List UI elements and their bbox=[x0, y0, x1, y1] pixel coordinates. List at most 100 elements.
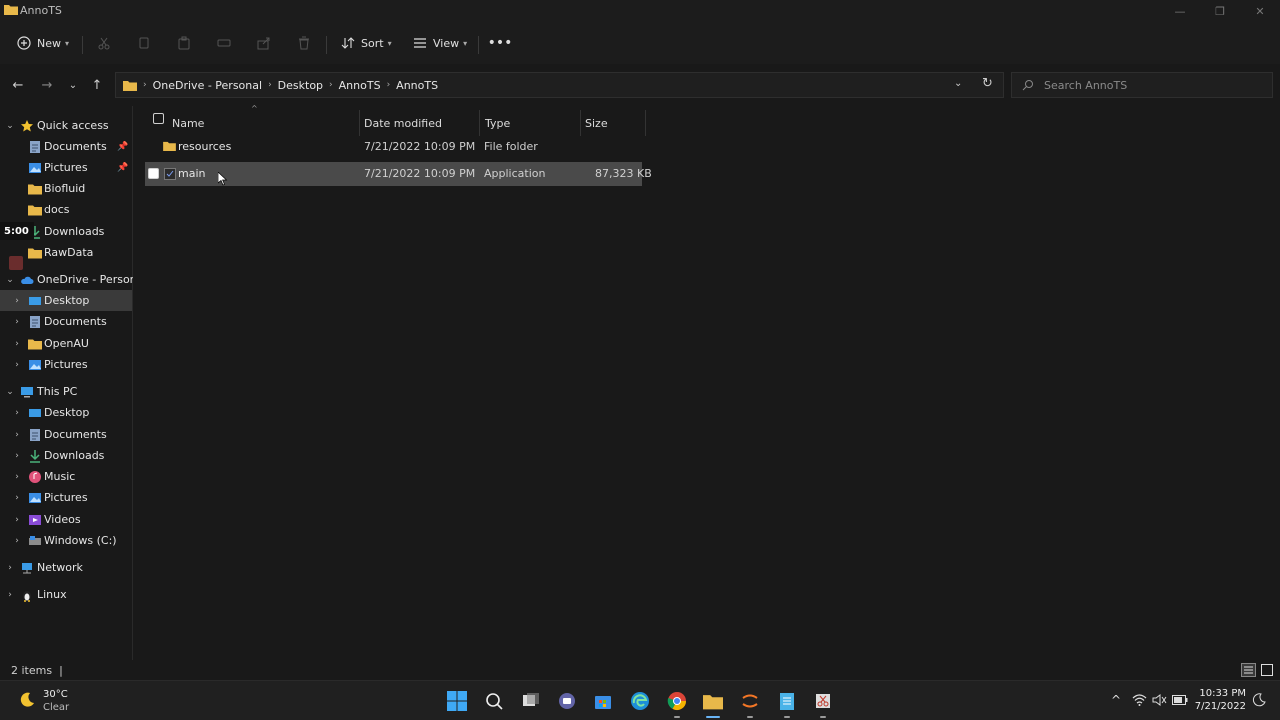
edge-browser-icon bbox=[631, 692, 649, 710]
jupyter-button[interactable] bbox=[738, 689, 762, 713]
refresh-icon: ↻ bbox=[982, 76, 993, 91]
column-header-type[interactable]: Type bbox=[485, 110, 510, 136]
notepad-button[interactable] bbox=[775, 689, 799, 713]
store-button[interactable] bbox=[591, 689, 615, 713]
record-stop-icon[interactable] bbox=[9, 256, 23, 270]
chevron-down-icon: ▾ bbox=[387, 38, 392, 48]
tree-item-pc-downloads[interactable]: › Downloads bbox=[0, 445, 132, 466]
copy-button[interactable] bbox=[136, 32, 157, 54]
tree-item-qa-biofluid[interactable]: Biofluid bbox=[0, 178, 132, 199]
tree-item-linux[interactable]: › Linux bbox=[0, 584, 132, 605]
battery-icon[interactable] bbox=[1172, 695, 1188, 705]
close-button[interactable]: ✕ bbox=[1240, 2, 1280, 20]
weather-temp: 30°C bbox=[43, 689, 68, 700]
breadcrumb-item[interactable]: AnnoTS › bbox=[339, 79, 397, 92]
breadcrumb-item[interactable]: Desktop › bbox=[278, 79, 339, 92]
share-button[interactable] bbox=[256, 32, 277, 54]
tree-item-quick-access[interactable]: ⌄ Quick access bbox=[0, 115, 132, 136]
tree-item-qa-docs[interactable]: docs bbox=[0, 199, 132, 220]
minimize-button[interactable]: — bbox=[1160, 2, 1200, 20]
row-checkbox[interactable] bbox=[148, 168, 159, 179]
tree-item-od-desktop[interactable]: › Desktop bbox=[0, 290, 132, 311]
clock-time: 10:33 PM bbox=[1199, 688, 1246, 699]
address-bar[interactable]: › OneDrive - Personal › Desktop › AnnoTS › … bbox=[115, 72, 1004, 98]
tree-item-pc-music[interactable]: › Music bbox=[0, 466, 132, 487]
tree-item-pc-videos[interactable]: › Videos bbox=[0, 509, 132, 530]
system-clock[interactable]: 10:33 PM 7/21/2022 bbox=[1190, 687, 1246, 713]
column-divider[interactable] bbox=[479, 110, 480, 136]
back-button[interactable]: ← bbox=[7, 76, 29, 94]
recording-timer: 5:00 bbox=[0, 222, 34, 240]
divider bbox=[478, 36, 479, 54]
tree-item-this-pc[interactable]: ⌄ This PC bbox=[0, 381, 132, 402]
chrome-button[interactable] bbox=[665, 689, 689, 713]
tree-item-od-openau[interactable]: › OpenAU bbox=[0, 333, 132, 354]
wifi-icon[interactable] bbox=[1132, 694, 1147, 706]
forward-button[interactable]: → bbox=[36, 76, 58, 94]
breadcrumb-item[interactable]: OneDrive - Personal › bbox=[153, 79, 278, 92]
rename-button[interactable] bbox=[216, 32, 237, 54]
paste-button[interactable] bbox=[176, 32, 197, 54]
column-header-date[interactable]: Date modified bbox=[364, 110, 442, 136]
tiles-view-button[interactable] bbox=[1260, 663, 1274, 677]
chevron-right-icon: › bbox=[15, 535, 19, 546]
new-button[interactable]: New ▾ bbox=[16, 32, 69, 54]
file-name[interactable]: main bbox=[178, 167, 205, 180]
recent-locations-button[interactable]: ⌄ bbox=[62, 76, 84, 94]
view-button[interactable]: View ▾ bbox=[412, 32, 467, 54]
running-indicator bbox=[784, 716, 790, 718]
cut-button[interactable] bbox=[96, 32, 117, 54]
sort-button[interactable]: Sort ▾ bbox=[340, 32, 392, 54]
teams-chat-button[interactable] bbox=[555, 689, 579, 713]
breadcrumb-item[interactable]: AnnoTS bbox=[396, 79, 438, 92]
chevron-down-icon: ⌄ bbox=[954, 78, 963, 89]
snipping-tool-button[interactable] bbox=[811, 689, 835, 713]
search-button[interactable] bbox=[482, 689, 506, 713]
tree-item-network[interactable]: › Network bbox=[0, 557, 132, 578]
chevron-right-icon: › bbox=[15, 295, 19, 306]
chevron-up-icon[interactable]: ^ bbox=[1111, 693, 1121, 707]
tree-item-pc-pictures[interactable]: › Pictures bbox=[0, 487, 132, 508]
application-icon bbox=[164, 168, 176, 180]
tree-item-qa-documents[interactable]: Documents 📌 bbox=[0, 136, 132, 157]
select-all-checkbox[interactable] bbox=[153, 113, 164, 124]
details-view-icon bbox=[1244, 666, 1253, 674]
up-button[interactable]: ↑ bbox=[86, 76, 108, 94]
search-icon bbox=[1022, 80, 1033, 91]
refresh-button[interactable]: ↻ bbox=[982, 76, 993, 91]
column-divider[interactable] bbox=[645, 110, 646, 136]
plus-circle-icon bbox=[16, 35, 32, 51]
column-header-size[interactable]: Size bbox=[585, 110, 608, 136]
tree-item-onedrive[interactable]: ⌄ OneDrive - Personal bbox=[0, 269, 146, 290]
divider bbox=[82, 36, 83, 54]
search-input[interactable]: Search AnnoTS bbox=[1011, 72, 1273, 98]
file-name[interactable]: resources bbox=[178, 140, 231, 153]
tree-item-pc-documents[interactable]: › Documents bbox=[0, 424, 132, 445]
focus-moon-icon[interactable] bbox=[1252, 693, 1266, 707]
delete-button[interactable] bbox=[296, 32, 317, 54]
task-view-button[interactable] bbox=[519, 689, 543, 713]
more-options-button[interactable]: ••• bbox=[488, 32, 513, 54]
tree-item-pc-desktop[interactable]: › Desktop bbox=[0, 402, 132, 423]
chevron-right-icon: › bbox=[386, 80, 391, 90]
details-view-button[interactable] bbox=[1241, 663, 1256, 677]
start-button[interactable] bbox=[445, 689, 469, 713]
column-divider[interactable] bbox=[580, 110, 581, 136]
tree-item-od-documents[interactable]: › Documents bbox=[0, 311, 132, 332]
address-history-button[interactable]: ⌄ bbox=[954, 78, 962, 89]
tree-item-qa-pictures[interactable]: Pictures 📌 bbox=[0, 157, 132, 178]
column-divider[interactable] bbox=[359, 110, 360, 136]
maximize-button[interactable]: ❐ bbox=[1200, 2, 1240, 20]
file-explorer-button[interactable] bbox=[701, 689, 725, 713]
table-row[interactable]: resources 7/21/2022 10:09 PM File folder bbox=[145, 135, 642, 159]
tree-item-od-pictures[interactable]: › Pictures bbox=[0, 354, 132, 375]
search-icon bbox=[486, 693, 503, 710]
window-title: AnnoTS bbox=[20, 4, 62, 17]
store-icon bbox=[595, 696, 611, 709]
edge-button[interactable] bbox=[628, 689, 652, 713]
speaker-muted-icon[interactable] bbox=[1152, 694, 1167, 706]
scissors-icon bbox=[96, 35, 112, 51]
pictures-icon bbox=[29, 359, 41, 370]
tree-item-pc-windows-c[interactable]: › Windows (C:) bbox=[0, 530, 132, 551]
column-header-name[interactable]: Name bbox=[172, 110, 204, 136]
